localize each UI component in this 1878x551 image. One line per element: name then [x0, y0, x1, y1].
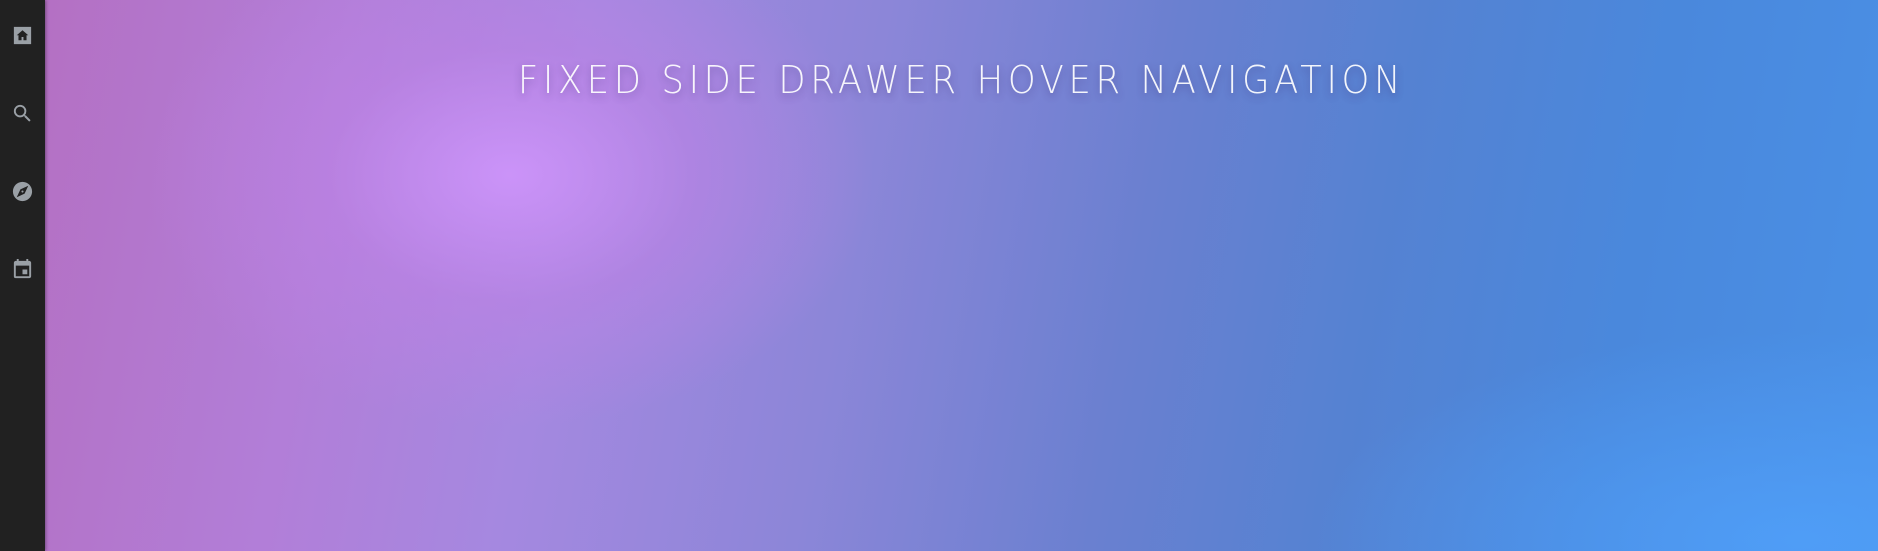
calendar-icon: [13, 258, 32, 279]
sidebar-item-explore[interactable]: [0, 169, 45, 214]
sidebar-item-search[interactable]: [0, 91, 45, 136]
explore-icon: [12, 181, 33, 202]
home-icon: [13, 26, 32, 45]
side-drawer[interactable]: [0, 0, 45, 551]
search-icon: [13, 104, 31, 122]
page-background: FIXED SIDE DRAWER HOVER NAVIGATION: [0, 0, 1878, 551]
sidebar-item-home[interactable]: [0, 13, 45, 58]
page-title: FIXED SIDE DRAWER HOVER NAVIGATION: [517, 58, 1406, 102]
sidebar-item-calendar[interactable]: [0, 247, 45, 292]
